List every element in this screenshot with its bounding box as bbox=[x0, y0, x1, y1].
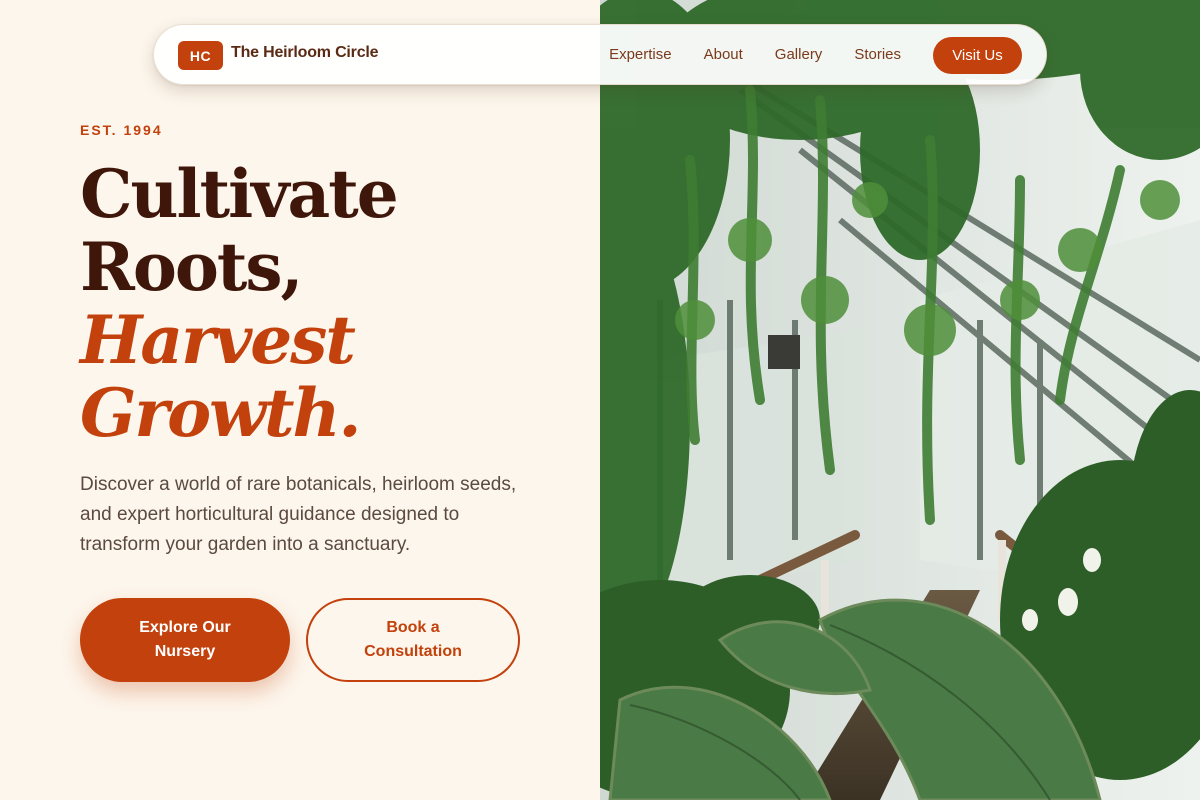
nav-link-about[interactable]: About bbox=[704, 46, 743, 63]
brand-name[interactable]: The Heirloom Circle bbox=[231, 44, 379, 62]
nav-link-stories[interactable]: Stories bbox=[854, 46, 901, 63]
headline-line-4: Growth. bbox=[80, 374, 361, 452]
greenhouse-illustration bbox=[600, 0, 1200, 800]
headline-line-2: Roots, bbox=[80, 228, 304, 306]
nav-link-expertise[interactable]: Expertise bbox=[609, 46, 672, 63]
nav-links: Expertise About Gallery Stories bbox=[609, 46, 901, 63]
top-navbar: HC The Heirloom Circle Expertise About G… bbox=[153, 24, 1047, 85]
established-eyebrow: EST. 1994 bbox=[80, 122, 163, 138]
book-consultation-button[interactable]: Book a Consultation bbox=[306, 598, 520, 682]
headline-line-3: Harvest bbox=[80, 301, 356, 379]
visit-us-button[interactable]: Visit Us bbox=[933, 37, 1022, 74]
nav-link-gallery[interactable]: Gallery bbox=[775, 46, 823, 63]
hero-headline: Cultivate Roots, Harvest Growth. bbox=[80, 155, 399, 452]
greenhouse-photo bbox=[600, 0, 1200, 800]
explore-nursery-button[interactable]: Explore Our Nursery bbox=[80, 598, 290, 682]
headline-line-1: Cultivate bbox=[80, 155, 399, 233]
logo-badge[interactable]: HC bbox=[178, 41, 223, 70]
hero-description: Discover a world of rare botanicals, hei… bbox=[80, 474, 517, 555]
